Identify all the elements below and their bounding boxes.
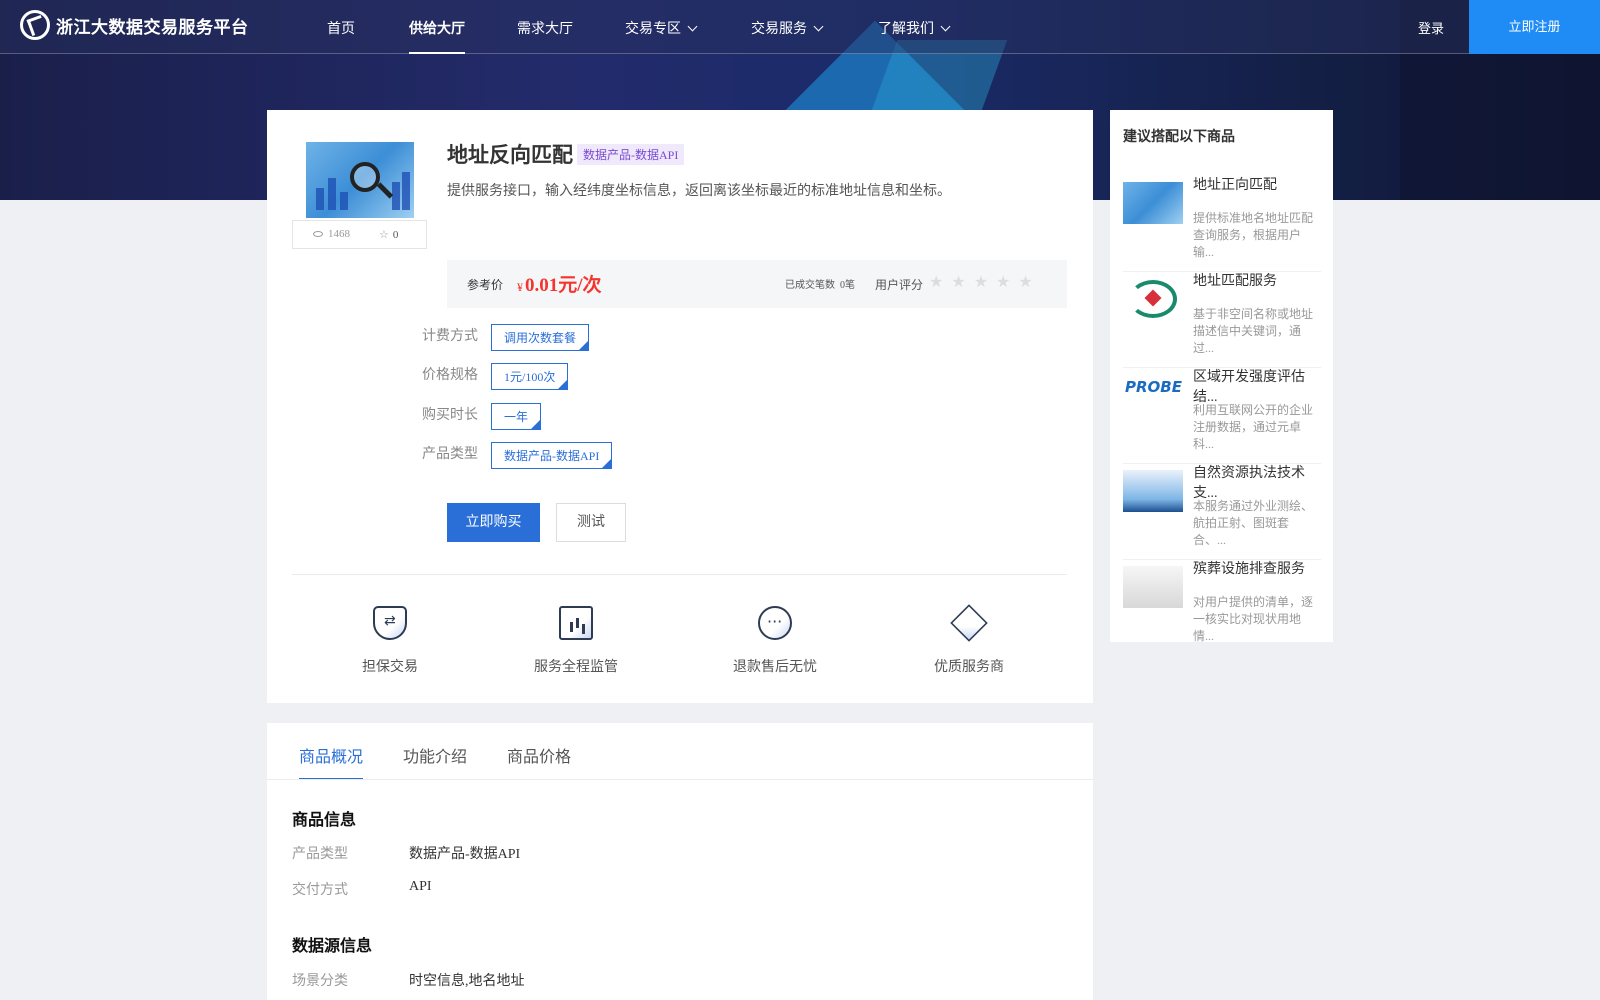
recommended-item[interactable]: PROBE 区域开发强度评估结... 利用互联网公开的企业注册数据，通过元卓科.…	[1123, 368, 1321, 464]
chevron-down-icon	[813, 21, 824, 32]
item-description: 利用互联网公开的企业注册数据，通过元卓科...	[1193, 403, 1314, 451]
item-thumbnail	[1123, 470, 1183, 512]
sidebar-title: 建议搭配以下商品	[1123, 129, 1235, 145]
nav-trade-zone-label: 交易专区	[625, 22, 681, 37]
reference-price-label: 参考价	[467, 278, 504, 292]
view-count-value: 1468	[328, 228, 350, 240]
product-image	[306, 142, 414, 218]
feature-label: 服务全程监管	[534, 660, 618, 675]
feature-label: 退款售后无忧	[733, 660, 817, 675]
nav-trade-service-label: 交易服务	[751, 22, 807, 37]
diamond-icon	[950, 604, 988, 642]
feature-supervision: 服务全程监管	[511, 606, 641, 676]
product-stats: 1468 ☆ 0	[292, 220, 427, 249]
product-type-option[interactable]: 数据产品-数据API	[491, 442, 613, 469]
recommendation-sidebar: 建议搭配以下商品 地址正向匹配 提供标准地名地址匹配查询服务，根据用户输... …	[1110, 110, 1333, 643]
info-label: 产品类型	[292, 847, 348, 862]
nav-home[interactable]: 首页	[327, 18, 355, 38]
product-category-tag: 数据产品-数据API	[577, 144, 685, 165]
billing-method-label: 计费方式	[422, 329, 478, 344]
product-description: 提供服务接口，输入经纬度坐标信息，返回离该坐标最近的标准地址信息和坐标。	[447, 184, 951, 199]
product-type-label: 产品类型	[422, 447, 478, 462]
chevron-down-icon	[687, 21, 698, 32]
purchase-duration-label: 购买时长	[422, 408, 478, 423]
divider	[292, 574, 1067, 575]
view-count: 1468	[313, 228, 350, 240]
item-thumbnail	[1123, 566, 1183, 608]
product-detail-card: 1468 ☆ 0 地址反向匹配 数据产品-数据API 提供服务接口，输入经纬度坐标…	[267, 110, 1093, 703]
price-value: ¥0.01元/次	[517, 270, 602, 297]
info-value: API	[409, 879, 432, 894]
company-logo: PROBE	[1125, 378, 1182, 396]
logo-text: 浙江大数据交易服务平台	[56, 17, 249, 38]
purchase-duration-option[interactable]: 一年	[491, 403, 542, 430]
billing-method-option[interactable]: 调用次数套餐	[491, 324, 590, 351]
tab-pricing[interactable]: 商品价格	[507, 743, 571, 767]
nav-trade-service[interactable]: 交易服务	[751, 18, 824, 38]
recommended-item[interactable]: 殡葬设施排查服务 对用户提供的清单，逐一核实比对现状用地情...	[1123, 560, 1321, 656]
nav-demand-hall[interactable]: 需求大厅	[517, 18, 573, 38]
nav-about-us[interactable]: 了解我们	[878, 18, 951, 38]
feature-quality-provider: 优质服务商	[904, 604, 1034, 676]
product-title: 地址反向匹配	[447, 143, 573, 167]
chevron-down-icon	[940, 21, 951, 32]
item-description: 本服务通过外业测绘、航拍正射、图斑套合、...	[1193, 499, 1314, 547]
info-value: 数据产品-数据API	[409, 847, 521, 862]
nav-supply-hall[interactable]: 供给大厅	[409, 18, 465, 54]
info-value: 时空信息,地名地址	[409, 974, 525, 989]
nav-trade-zone[interactable]: 交易专区	[625, 18, 698, 38]
top-navbar: 浙江大数据交易服务平台 首页 供给大厅 需求大厅 交易专区 交易服务 了解我们 …	[0, 0, 1600, 54]
rating-label: 用户评分	[875, 278, 924, 292]
test-button[interactable]: 测试	[556, 503, 626, 542]
info-label: 场景分类	[292, 974, 348, 989]
price-amount: 0.01元/次	[525, 275, 602, 296]
feature-guarantee: 担保交易	[325, 606, 455, 676]
nav-about-us-label: 了解我们	[878, 22, 934, 37]
login-link[interactable]: 登录	[1418, 18, 1444, 37]
price-panel: 参考价 ¥0.01元/次 已成交笔数 0笔 用户评分 ★★★★★	[447, 260, 1067, 308]
item-description: 对用户提供的清单，逐一核实比对现状用地情...	[1193, 595, 1314, 643]
favorite-count-value: 0	[392, 229, 399, 241]
item-thumbnail: PROBE	[1123, 374, 1183, 416]
eye-icon	[313, 231, 323, 238]
shield-icon	[373, 606, 407, 640]
deal-count: 已成交笔数 0笔	[785, 276, 855, 291]
item-description: 基于非空间名称或地址描述信中关键词，通过...	[1193, 307, 1314, 355]
item-description: 提供标准地名地址匹配查询服务，根据用户输...	[1193, 211, 1314, 259]
product-info-section: 商品概况 功能介绍 商品价格 商品信息 产品类型 数据产品-数据API 交付方式…	[267, 723, 1093, 1000]
deal-count-label: 已成交笔数	[785, 280, 835, 291]
recommended-item[interactable]: 自然资源执法技术支... 本服务通过外业测绘、航拍正射、图斑套合、...	[1123, 464, 1321, 560]
section-title-product-info: 商品信息	[292, 810, 357, 829]
price-spec-option[interactable]: 1元/100次	[491, 363, 569, 390]
register-button[interactable]: 立即注册	[1469, 0, 1600, 54]
tabs-divider	[267, 779, 1093, 780]
buy-now-button[interactable]: 立即购买	[447, 503, 540, 542]
item-thumbnail	[1123, 278, 1183, 320]
currency-symbol: ¥	[517, 280, 523, 294]
feature-label: 优质服务商	[934, 660, 1004, 675]
info-label: 交付方式	[292, 883, 348, 898]
price-spec-label: 价格规格	[422, 368, 478, 383]
deal-count-value: 0笔	[840, 280, 855, 291]
tab-features[interactable]: 功能介绍	[403, 743, 467, 767]
logo-icon	[20, 10, 50, 40]
rating-stars: ★★★★★	[929, 274, 1041, 291]
magnifier-icon	[350, 162, 380, 192]
recommended-item[interactable]: 地址正向匹配 提供标准地名地址匹配查询服务，根据用户输...	[1123, 176, 1321, 272]
item-thumbnail	[1123, 182, 1183, 224]
recommended-item[interactable]: 地址匹配服务 基于非空间名称或地址描述信中关键词，通过...	[1123, 272, 1321, 368]
site-logo[interactable]: 浙江大数据交易服务平台	[20, 10, 249, 40]
chat-bubble-icon	[758, 606, 792, 640]
monitor-chart-icon	[559, 606, 593, 640]
feature-refund: 退款售后无忧	[710, 606, 840, 676]
star-icon: ☆	[379, 229, 389, 241]
favorite-count[interactable]: ☆ 0	[379, 228, 398, 241]
tab-overview[interactable]: 商品概况	[299, 743, 364, 780]
feature-label: 担保交易	[362, 660, 418, 675]
section-title-data-source: 数据源信息	[292, 936, 373, 955]
